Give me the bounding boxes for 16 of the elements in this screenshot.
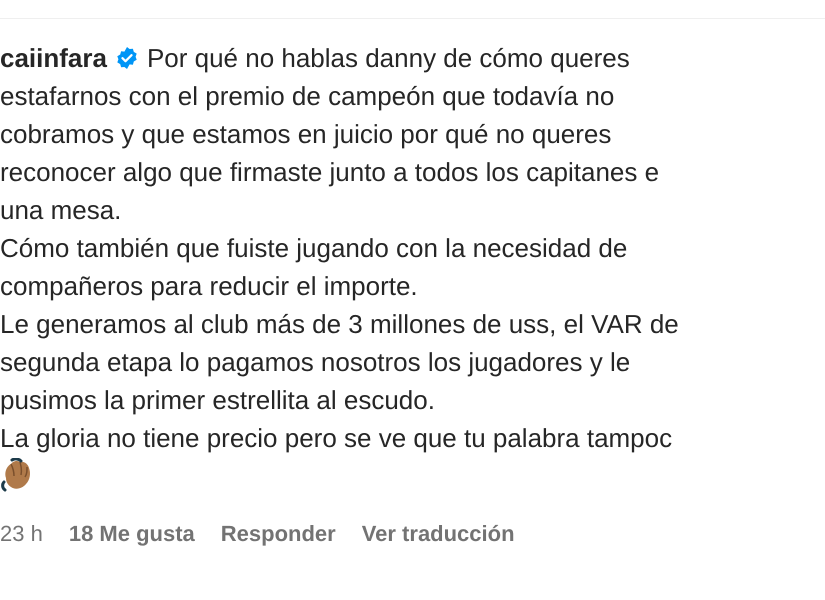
comment-text: La gloria no tiene precio pero se ve que tu palabra tampoc <box>0 422 672 454</box>
comment-text: compañeros para reducir el importe. <box>0 270 418 302</box>
comment-time: 23 h <box>0 521 43 547</box>
likes-count-link[interactable]: 18 Me gusta <box>68 521 195 547</box>
comment-text: estafarnos con el premio de campeón que todavía no <box>0 80 614 112</box>
translate-link[interactable]: Ver traducción <box>362 521 515 547</box>
comment-text: Le generamos al club más de 3 millones de uss, el VAR de <box>0 308 679 340</box>
comment-text: cobramos y que estamos en juicio por qué no queres <box>0 118 612 150</box>
comment-text: Por qué no hablas danny de cómo queres <box>146 42 630 74</box>
comment-text: Cómo también que fuiste jugando con la necesidad de <box>0 232 628 264</box>
comment-text: segunda etapa lo pagamos nosotros los jugadores y le <box>0 346 630 378</box>
comment-text: reconocer algo que firmaste junto a todos los capitanes e <box>0 156 660 188</box>
username[interactable]: caiinfara <box>0 42 107 74</box>
comment-text: una mesa. <box>0 194 122 226</box>
reply-link[interactable]: Responder <box>220 521 336 547</box>
comment-text: pusimos la primer estrellita al escudo. <box>0 384 435 416</box>
